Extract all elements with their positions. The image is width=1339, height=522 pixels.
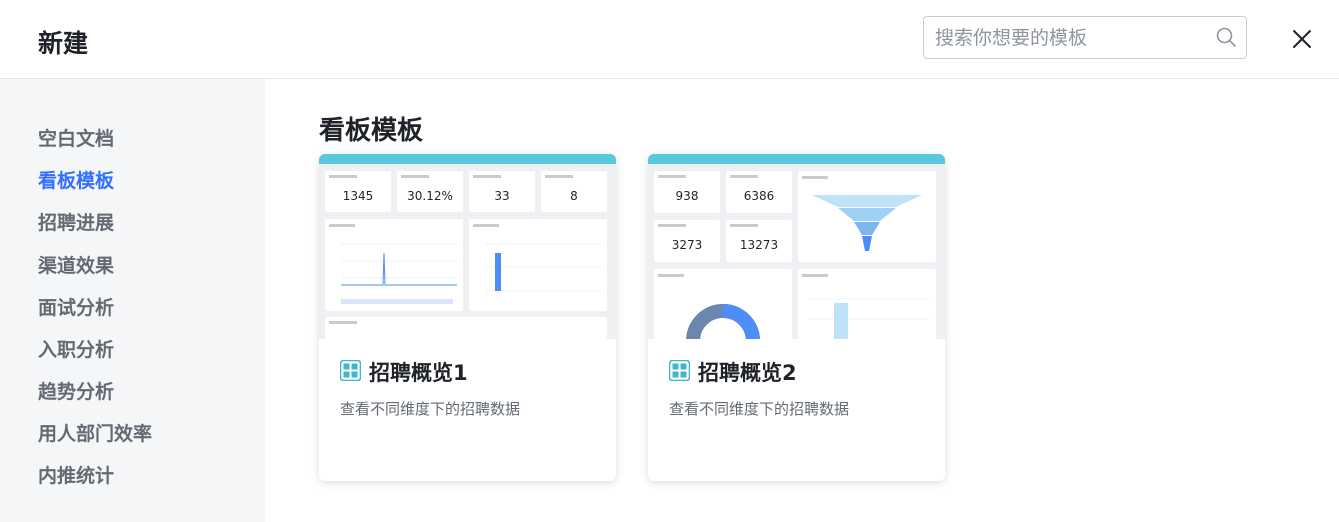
template-card-description: 查看不同维度下的招聘数据: [340, 400, 521, 418]
search-input[interactable]: [935, 25, 1205, 51]
preview-kpi-value: 13273: [739, 238, 779, 252]
section-title: 看板模板: [319, 116, 424, 146]
preview-table-tile: [325, 317, 607, 339]
preview-chart-tile: [469, 219, 607, 311]
sidebar-item-dashboard-templates[interactable]: 看板模板: [38, 166, 114, 193]
preview-funnel-tile: [798, 171, 936, 262]
sidebar-item-blank[interactable]: 空白文档: [38, 124, 114, 151]
preview-kpi-tile: 30.12%: [397, 171, 463, 212]
template-card-2[interactable]: 938 6386 3273 13273 招聘概览2 查看不同维度下的招聘数据: [648, 154, 945, 481]
preview-donut-tile: [654, 269, 792, 339]
sidebar-item-channel-effect[interactable]: 渠道效果: [38, 251, 114, 278]
main-content: 看板模板 1345 30.12% 33 8 招聘概览1 查看不同维度下的招聘数据…: [265, 79, 1339, 522]
template-card-title: 招聘概览2: [698, 361, 797, 385]
close-icon[interactable]: [1287, 24, 1317, 54]
preview-kpi-value: 1345: [342, 189, 374, 203]
dashboard-grid-icon: [669, 360, 690, 381]
preview-kpi-tile: 1345: [325, 171, 391, 212]
preview-kpi-tile: 33: [469, 171, 535, 212]
preview-kpi-value: 30.12%: [407, 189, 453, 203]
preview-kpi-tile: 3273: [654, 220, 720, 262]
preview-chart-tile: [325, 219, 463, 311]
preview-kpi-tile: 6386: [726, 171, 792, 213]
template-card-description: 查看不同维度下的招聘数据: [669, 400, 850, 418]
sidebar-item-trend-analysis[interactable]: 趋势分析: [38, 377, 114, 404]
page-title: 新建: [38, 29, 89, 58]
preview-kpi-value: 3273: [671, 238, 703, 252]
preview-kpi-value: 6386: [743, 189, 775, 203]
search-icon[interactable]: [1215, 26, 1237, 48]
preview-funnel-chart: [802, 176, 922, 251]
preview-donut-chart: [658, 274, 760, 339]
header: 新建: [0, 0, 1339, 79]
preview-bar-chart: [802, 274, 930, 339]
preview-kpi-tile: 13273: [726, 220, 792, 262]
sidebar: 空白文档 看板模板 招聘进展 渠道效果 面试分析 入职分析 趋势分析 用人部门效…: [0, 79, 265, 522]
preview-kpi-value: 33: [494, 189, 510, 203]
preview-line-chart: [329, 224, 457, 304]
preview-bar-chart: [473, 224, 601, 292]
sidebar-item-recruit-progress[interactable]: 招聘进展: [38, 208, 114, 235]
sidebar-item-onboarding-analysis[interactable]: 入职分析: [38, 335, 114, 362]
template-preview-2: 938 6386 3273 13273: [648, 154, 945, 339]
preview-kpi-tile: 938: [654, 171, 720, 213]
preview-header-bar: [319, 154, 616, 164]
preview-kpi-value: 8: [570, 189, 578, 203]
template-card-1[interactable]: 1345 30.12% 33 8 招聘概览1 查看不同维度下的招聘数据: [319, 154, 616, 481]
preview-header-bar: [648, 154, 945, 164]
preview-kpi-value: 938: [675, 189, 699, 203]
sidebar-item-interview-analysis[interactable]: 面试分析: [38, 293, 114, 320]
template-card-title: 招聘概览1: [369, 361, 468, 385]
dashboard-grid-icon: [340, 360, 361, 381]
sidebar-item-department-efficiency[interactable]: 用人部门效率: [38, 419, 152, 446]
preview-chart-tile: [798, 269, 936, 339]
preview-kpi-tile: 8: [541, 171, 607, 212]
sidebar-item-referral-stats[interactable]: 内推统计: [38, 461, 114, 488]
search-box[interactable]: [923, 16, 1247, 59]
template-preview-1: 1345 30.12% 33 8: [319, 154, 616, 339]
